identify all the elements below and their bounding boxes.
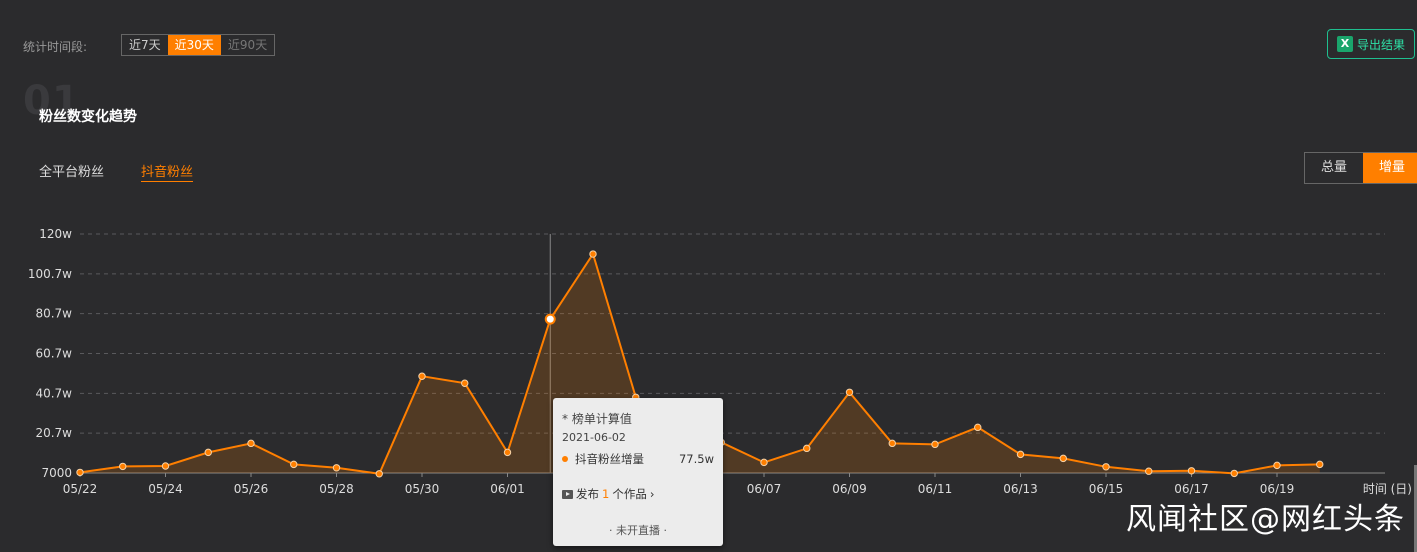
data-point	[760, 458, 768, 467]
tooltip-date: 2021-06-02	[562, 431, 626, 444]
tab-all-platform-fans[interactable]: 全平台粉丝	[39, 161, 104, 180]
video-icon	[562, 489, 573, 499]
tooltip-series-name: 抖音粉丝增量	[575, 452, 644, 466]
data-point	[204, 448, 212, 457]
works-count: 1	[602, 487, 610, 501]
period-label: 统计时间段:	[23, 40, 88, 54]
data-point	[1273, 461, 1281, 470]
period-selector: 近7天 近30天 近90天	[121, 34, 276, 56]
data-point	[1145, 467, 1153, 475]
y-tick-label: 7000	[41, 466, 72, 480]
x-tick-label: 06/13	[1003, 482, 1038, 496]
series-dot-icon	[562, 456, 568, 462]
period-7-days-button[interactable]: 近7天	[122, 35, 168, 55]
x-tick-label: 05/22	[63, 482, 98, 496]
data-point	[1230, 469, 1238, 478]
mode-increment-button[interactable]: 增量	[1363, 153, 1417, 183]
export-label: 导出结果	[1356, 37, 1405, 52]
chart-tooltip: * 榜单计算值 2021-06-02 抖音粉丝增量 77.5w 发布 1 个作品 ›…	[553, 398, 723, 546]
data-point	[589, 250, 597, 258]
tab-douyin-fans[interactable]: 抖音粉丝	[141, 161, 194, 182]
y-tick-label: 120w	[39, 227, 72, 241]
x-tick-label: 06/15	[1089, 482, 1124, 496]
chevron-right-icon: ›	[649, 487, 655, 501]
period-30-days-button[interactable]: 近30天	[167, 35, 221, 55]
data-point	[974, 423, 982, 432]
data-point	[503, 448, 512, 457]
data-point	[544, 313, 556, 325]
data-point	[931, 440, 939, 449]
works-prefix: 发布	[576, 487, 599, 501]
section-title: 粉丝数变化趋势	[39, 109, 137, 125]
data-point	[375, 470, 383, 478]
x-tick-label: 06/09	[832, 482, 867, 496]
works-suffix: 个作品	[612, 487, 647, 501]
data-point	[119, 462, 127, 471]
data-point	[1059, 454, 1067, 463]
watermark: 风闻社区@网红头条	[1126, 502, 1405, 537]
y-tick-label: 20.7w	[35, 426, 72, 440]
data-point	[845, 388, 854, 396]
y-tick-label: 100.7w	[28, 267, 72, 281]
excel-icon: X	[1336, 36, 1353, 52]
data-point	[161, 462, 170, 470]
x-tick-label: 06/01	[490, 482, 525, 496]
export-button[interactable]: X 导出结果	[1327, 29, 1415, 59]
mode-total-button[interactable]: 总量	[1305, 153, 1363, 183]
y-tick-label: 80.7w	[35, 307, 72, 321]
data-point	[1016, 450, 1025, 459]
tooltip-works-link[interactable]: 发布 1 个作品 ›	[562, 486, 654, 502]
data-point	[418, 372, 426, 380]
tooltip-live-status: · 未开直播 ·	[609, 524, 667, 537]
data-point	[332, 464, 341, 472]
x-tick-label: 06/11	[918, 482, 953, 496]
x-tick-label: 05/24	[148, 482, 183, 496]
data-point	[76, 468, 84, 477]
period-90-days-button[interactable]: 近90天	[220, 35, 275, 55]
data-point	[1102, 463, 1110, 471]
data-point	[1187, 467, 1196, 475]
x-tick-label: 05/30	[405, 482, 440, 496]
data-point	[290, 460, 298, 469]
data-point	[247, 439, 255, 448]
x-tick-label: 06/07	[747, 482, 782, 496]
tooltip-series-row: 抖音粉丝增量 77.5w	[562, 451, 714, 467]
y-tick-label: 40.7w	[35, 386, 72, 400]
tooltip-note: * 榜单计算值	[562, 412, 632, 426]
x-tick-label: 05/26	[234, 482, 269, 496]
y-tick-label: 60.7w	[35, 347, 72, 361]
data-point	[1316, 460, 1324, 469]
tooltip-series-value: 77.5w	[678, 452, 714, 466]
mode-selector: 总量 增量	[1304, 152, 1417, 184]
data-point	[888, 439, 896, 448]
data-point	[803, 444, 811, 453]
x-tick-label: 05/28	[319, 482, 354, 496]
data-point	[461, 379, 469, 387]
